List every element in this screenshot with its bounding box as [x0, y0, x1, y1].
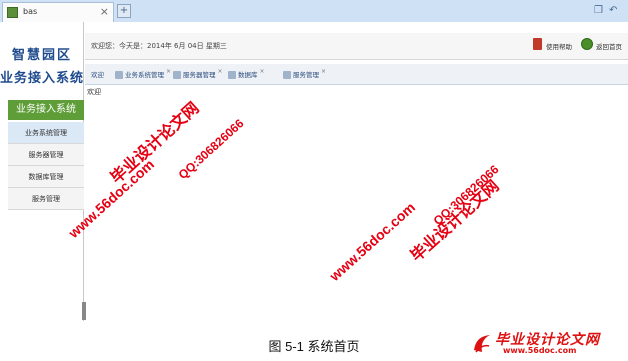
sidebar-item-database[interactable]: 数据库管理 [8, 166, 84, 188]
tab-welcome[interactable]: 欢迎 [91, 67, 104, 83]
database-icon [228, 71, 236, 79]
back-arrow-icon[interactable]: ↶ [609, 5, 617, 16]
help-link[interactable]: 使用帮助 [546, 41, 572, 51]
browser-tab-title: bas [23, 7, 38, 16]
tab-label: 服务器管理 [183, 71, 216, 79]
sidebar-section-header[interactable]: 业务接入系统 [8, 100, 84, 120]
close-tab-icon[interactable]: × [217, 64, 222, 80]
welcome-content-text: 欢迎 [87, 88, 101, 96]
restore-window-icon[interactable]: ❐ [594, 5, 603, 16]
tab-label: 业务系统管理 [125, 71, 164, 79]
tab-label: 服务管理 [293, 71, 319, 79]
tab-database[interactable]: 数据库 × [228, 67, 265, 83]
tab-business-system[interactable]: 业务系统管理 × [115, 67, 171, 83]
help-book-icon[interactable] [533, 38, 542, 50]
close-tab-icon[interactable]: × [166, 64, 171, 80]
close-tab-icon[interactable]: × [100, 5, 109, 18]
welcome-date-text: 欢迎您：今天是：2014年 6月 04日 星期三 [91, 42, 227, 50]
watermark-url: www.56doc.com [326, 199, 419, 284]
tab-label: 欢迎 [91, 71, 104, 79]
computer-icon [115, 71, 123, 79]
tab-label: 数据库 [238, 71, 258, 79]
browser-tab[interactable]: bas × [2, 2, 114, 22]
browser-tab-bar: bas × + ❐ ↶ [0, 0, 628, 22]
home-icon[interactable] [581, 38, 593, 50]
sidebar-item-service[interactable]: 服务管理 [8, 188, 84, 210]
sidebar: 智慧园区 业务接入系统 业务接入系统 业务系统管理 服务器管理 数据库管理 服务… [0, 22, 86, 321]
content-tab-strip: 欢迎 业务系统管理 × 服务器管理 × 数据库 × 服务管理 × [85, 64, 628, 85]
logo-url: www.56doc.com [503, 346, 577, 355]
sidebar-item-server[interactable]: 服务器管理 [8, 144, 84, 166]
sidebar-collapse-handle[interactable] [82, 302, 86, 320]
page-favicon-icon [7, 7, 18, 18]
watermark-site-name: 毕业设计论文网 [407, 177, 503, 266]
return-home-link[interactable]: 返回首页 [596, 41, 622, 51]
logo-swirl-icon [474, 335, 490, 353]
top-header: 欢迎您：今天是：2014年 6月 04日 星期三 使用帮助 返回首页 [85, 33, 628, 60]
gear-icon [283, 71, 291, 79]
server-icon [173, 71, 181, 79]
new-tab-button[interactable]: + [117, 4, 131, 18]
tab-service[interactable]: 服务管理 × [283, 67, 326, 83]
tab-server[interactable]: 服务器管理 × [173, 67, 223, 83]
sidebar-item-business-system[interactable]: 业务系统管理 [8, 122, 84, 144]
brand-title: 智慧园区 [11, 47, 72, 62]
brand-subtitle: 业务接入系统 [0, 70, 85, 85]
close-tab-icon[interactable]: × [321, 64, 326, 80]
close-tab-icon[interactable]: × [259, 64, 264, 80]
